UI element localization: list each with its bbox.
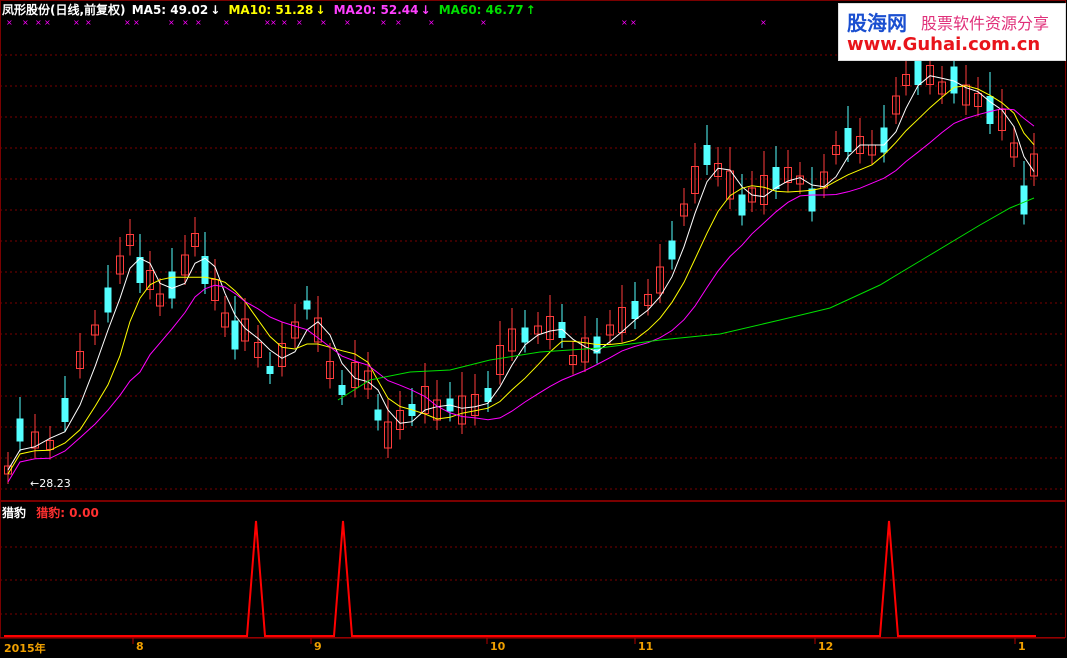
ma10-line (7, 85, 1035, 475)
x-label-oct: 10 (490, 640, 506, 653)
signal-x-marker: × (223, 18, 230, 27)
candle-body-down (772, 167, 780, 189)
ma5-line (7, 75, 1035, 471)
candle-body-down (738, 194, 746, 216)
signal-x-marker: × (124, 18, 131, 27)
x-label-nov: 11 (638, 640, 654, 653)
x-label-aug: 8 (136, 640, 144, 653)
candle-body-down (914, 59, 922, 85)
signal-x-marker: × (395, 18, 402, 27)
signal-x-marker: × (344, 18, 351, 27)
watermark-logo: 股海网 股票软件资源分享 www.Guhai.com.cn (838, 3, 1066, 61)
signal-x-marker: × (73, 18, 80, 27)
signal-x-marker: × (760, 18, 767, 27)
candle-body-down (703, 145, 711, 165)
candle-body-down (1020, 185, 1028, 215)
candle-body-down (231, 320, 239, 350)
candle-body-down (668, 240, 676, 260)
signal-x-marker: × (182, 18, 189, 27)
candle-body-down (104, 287, 112, 313)
x-label-jan: 1 (1018, 640, 1026, 653)
signal-x-marker: × (44, 18, 51, 27)
signal-x-marker: × (35, 18, 42, 27)
candle-body-down (338, 385, 346, 395)
watermark-brand: 股海网 (847, 11, 907, 35)
signal-x-marker: × (630, 18, 637, 27)
signal-x-marker: × (85, 18, 92, 27)
candle-body-down (844, 128, 852, 152)
candlestick-chart[interactable]: ××××××××××××××××××××××××××××× (0, 0, 1067, 658)
sub-indicator-value: 猎豹: 0.00 (36, 506, 99, 520)
signal-x-marker: × (133, 18, 140, 27)
signal-x-marker: × (195, 18, 202, 27)
sub-indicator-header: 猎豹 猎豹: 0.00 (2, 505, 99, 521)
watermark-slogan: 股票软件资源分享 (921, 14, 1050, 33)
candle-body-down (374, 409, 382, 421)
candle-body-down (303, 300, 311, 310)
signal-x-marker: × (320, 18, 327, 27)
signal-x-marker: × (270, 18, 277, 27)
ma20-readout: MA20: 52.44 ↓ (333, 3, 431, 17)
signal-x-marker: × (6, 18, 13, 27)
candle-body-down (521, 327, 529, 343)
signal-x-marker: × (621, 18, 628, 27)
ma20-line (7, 108, 1035, 483)
sub-indicator-name: 猎豹 (2, 506, 27, 520)
ma10-readout: MA10: 51.28 ↓ (228, 3, 326, 17)
indicator-header: 凤形股份(日线,前复权) MA5: 49.02 ↓ MA10: 51.28 ↓ MA… (2, 2, 540, 18)
stock-title: 凤形股份(日线,前复权) (2, 3, 126, 17)
candle-body-down (808, 188, 816, 212)
signal-x-marker: × (22, 18, 29, 27)
candle-body-down (880, 127, 888, 153)
signal-x-marker: × (168, 18, 175, 27)
signal-x-marker: × (281, 18, 288, 27)
x-label-dec: 12 (818, 640, 834, 653)
signal-line (4, 520, 1036, 637)
stock-chart-window: ××××××××××××××××××××××××××××× 凤形股份(日线,前复… (0, 0, 1067, 658)
ma5-readout: MA5: 49.02 ↓ (131, 3, 221, 17)
watermark-url: www.Guhai.com.cn (847, 34, 1041, 55)
x-label-year: 2015年 (4, 642, 46, 655)
sub-panel-frame (0, 501, 1066, 638)
x-label-sep: 9 (314, 640, 322, 653)
candle-body-down (266, 366, 274, 374)
low-price-marker: ←28.23 (30, 477, 71, 490)
signal-x-marker: × (380, 18, 387, 27)
signal-x-marker: × (480, 18, 487, 27)
signal-x-marker: × (428, 18, 435, 27)
candle-body-down (61, 398, 69, 422)
ma60-readout: MA60: 46.77 ↑ (438, 3, 536, 17)
candle-body-down (16, 418, 24, 442)
signal-x-marker: × (296, 18, 303, 27)
candle-body-down (631, 301, 639, 319)
candle-body-down (168, 271, 176, 299)
ma60-line (337, 197, 1035, 401)
